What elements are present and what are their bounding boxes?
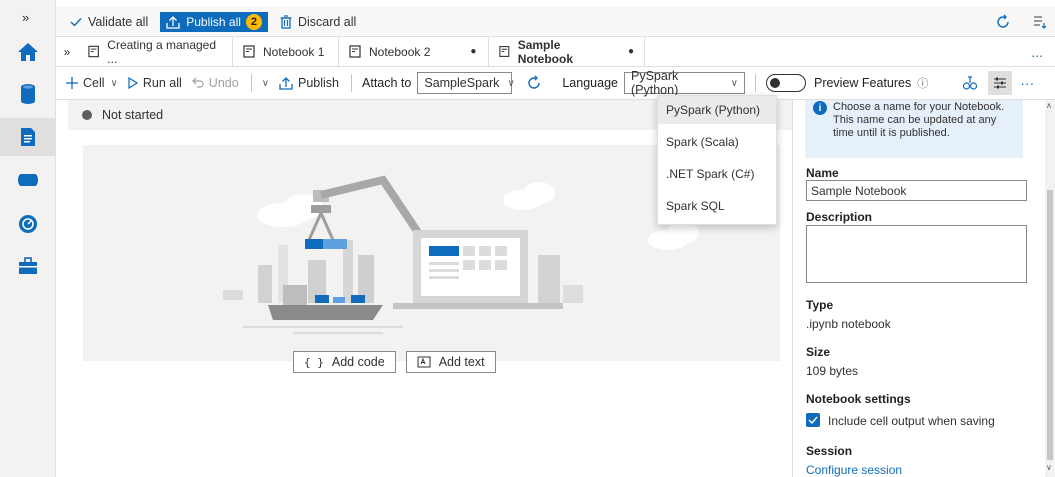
undo-button[interactable]: Undo [191, 76, 239, 90]
scroll-down-icon[interactable]: ∨ [1046, 463, 1052, 472]
publish-all-button[interactable]: Publish all 2 [160, 11, 268, 32]
expand-rail-icon[interactable]: » [22, 10, 29, 25]
check-icon [808, 416, 818, 424]
language-label: Language [562, 76, 618, 90]
session-label: Session [806, 444, 853, 458]
properties-icon[interactable] [988, 71, 1013, 95]
collapse-resources-icon[interactable]: » [56, 37, 78, 66]
unsaved-indicator: ● [470, 46, 477, 57]
toolbar-divider [754, 74, 756, 92]
publish-icon [166, 15, 180, 29]
plus-icon [66, 77, 78, 89]
notebook-settings-label: Notebook settings [806, 392, 911, 406]
toolbar-divider [351, 74, 353, 92]
attach-to-label: Attach to [362, 76, 412, 90]
manage-icon[interactable] [16, 254, 40, 278]
tab-notebook-2[interactable]: Notebook 2 ● [339, 37, 489, 66]
play-icon [128, 77, 138, 89]
refresh-icon[interactable] [995, 14, 1011, 30]
description-label: Description [806, 210, 873, 224]
panel-scrollbar-thumb[interactable] [1047, 190, 1053, 460]
chevron-down-icon[interactable]: ∨ [262, 78, 269, 89]
toolbar-divider [250, 74, 252, 92]
include-output-label: Include cell output when saving [828, 414, 995, 428]
chevron-down-icon: ∨ [507, 77, 515, 89]
language-option-scala[interactable]: Spark (Scala) [658, 128, 776, 156]
run-all-button[interactable]: Run all [128, 76, 182, 90]
add-code-button[interactable]: { } Add code [293, 351, 396, 373]
language-dropdown-menu: PySpark (Python) Spark (Scala) .NET Spar… [657, 95, 777, 225]
language-option-sql[interactable]: Spark SQL [658, 192, 776, 220]
publish-icon [279, 77, 293, 90]
undo-icon [191, 77, 204, 88]
check-icon [70, 17, 82, 27]
trash-icon [280, 14, 292, 29]
home-icon[interactable] [16, 40, 40, 64]
properties-panel-icon[interactable] [1033, 15, 1047, 29]
notebook-name-input[interactable]: Sample Notebook [806, 180, 1027, 201]
configure-session-link[interactable]: Configure session [806, 463, 902, 477]
left-rail: » [0, 0, 56, 477]
attach-to-select[interactable]: SampleSpark ∨ [417, 72, 515, 94]
notebook-icon [349, 45, 361, 58]
chevron-down-icon: ∨ [730, 77, 738, 89]
type-label: Type [806, 298, 834, 312]
add-cell-button[interactable]: Cell ∨ [66, 76, 118, 90]
session-status-text: Not started [102, 108, 164, 122]
notebook-toolbar: Cell ∨ Run all Undo ∨ Publish Attach to … [56, 67, 1055, 100]
add-text-button[interactable]: Add text [405, 351, 496, 373]
info-banner: i Choose a name for your Notebook. This … [805, 100, 1023, 158]
refresh-pools-icon[interactable] [526, 75, 542, 91]
notebook-icon [88, 45, 99, 58]
notebook-icon [243, 45, 255, 58]
validate-all-button[interactable]: Validate all [56, 7, 156, 37]
more-options-icon[interactable]: ··· [1020, 75, 1034, 91]
more-tabs-button[interactable]: ... [1019, 37, 1055, 66]
language-option-dotnet[interactable]: .NET Spark (C#) [658, 160, 776, 188]
add-cell-row: { } Add code Add text [293, 351, 496, 373]
tab-sample-notebook[interactable]: Sample Notebook ● [489, 37, 645, 66]
type-value: .ipynb notebook [806, 317, 891, 331]
language-select[interactable]: PySpark (Python) ∨ [623, 69, 745, 97]
discard-all-button[interactable]: Discard all [268, 7, 364, 37]
tab-notebook-1[interactable]: Notebook 1 [233, 37, 339, 66]
chevron-down-icon: ∨ [110, 77, 118, 89]
monitor-icon[interactable] [16, 212, 40, 236]
unsaved-indicator: ● [627, 46, 634, 57]
size-label: Size [806, 345, 831, 359]
variables-icon[interactable] [962, 75, 978, 91]
scroll-up-icon[interactable]: ∧ [1046, 101, 1052, 110]
notebook-icon [499, 46, 510, 57]
info-icon[interactable]: ⓘ [917, 75, 928, 91]
properties-panel: i Choose a name for your Notebook. This … [792, 100, 1055, 477]
status-dot-icon [82, 110, 92, 120]
top-action-bar: Validate all Publish all 2 Discard all [56, 7, 1055, 37]
data-icon[interactable] [16, 82, 40, 106]
tab-creating-managed[interactable]: Creating a managed ... [78, 37, 233, 66]
language-option-pyspark[interactable]: PySpark (Python) [658, 96, 776, 124]
pending-changes-badge: 2 [245, 13, 262, 30]
description-textarea[interactable] [806, 225, 1027, 283]
size-value: 109 bytes [806, 364, 859, 378]
integrate-icon[interactable] [16, 168, 40, 192]
text-cell-icon [417, 356, 431, 368]
include-output-checkbox[interactable] [806, 413, 820, 427]
tab-strip: » Creating a managed ... Notebook 1 Note… [56, 37, 1055, 67]
publish-button[interactable]: Publish [279, 76, 339, 90]
code-braces-icon: { } [304, 355, 324, 369]
develop-icon[interactable] [16, 125, 40, 149]
preview-features-label: Preview Features [813, 76, 912, 90]
info-circle-icon: i [813, 101, 827, 115]
name-label: Name [806, 166, 839, 180]
preview-features-toggle[interactable] [765, 74, 806, 92]
